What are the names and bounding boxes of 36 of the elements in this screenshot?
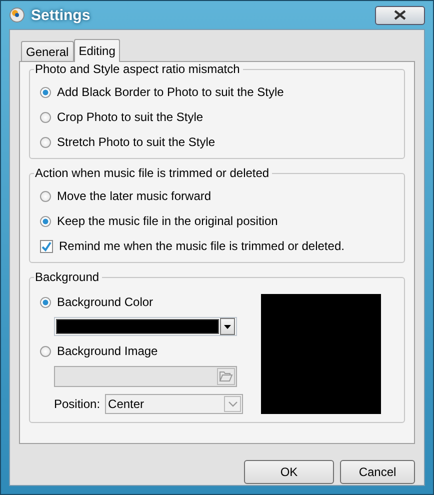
checkbox-option[interactable]: Remind me when the music file is trimmed or deleted.: [40, 238, 394, 254]
radio-option[interactable]: Add Black Border to Photo to suit the Style: [40, 84, 394, 100]
dropdown-button[interactable]: [220, 318, 235, 335]
app-icon: [9, 7, 25, 23]
radio-option[interactable]: Keep the music file in the original position: [40, 213, 394, 229]
group-title: Photo and Style aspect ratio mismatch: [34, 62, 243, 76]
radio-button[interactable]: [40, 112, 51, 122]
ok-button[interactable]: OK: [244, 460, 334, 484]
close-icon: [394, 10, 406, 20]
position-label: Position:: [54, 397, 100, 411]
radio-option[interactable]: Stretch Photo to suit the Style: [40, 134, 394, 150]
radio-button[interactable]: [40, 86, 51, 98]
image-path-field[interactable]: [54, 366, 237, 387]
position-dropdown[interactable]: Center: [105, 394, 244, 414]
window-title: Settings: [31, 6, 90, 24]
radio-option[interactable]: Crop Photo to suit the Style: [40, 109, 394, 125]
group-title: Background: [34, 270, 102, 284]
close-button[interactable]: [375, 6, 425, 24]
radio-option[interactable]: Background Color: [40, 294, 244, 310]
radio-button[interactable]: [40, 216, 51, 226]
group-title: Action when music file is trimmed or deleted: [34, 166, 272, 180]
radio-button[interactable]: [40, 346, 51, 356]
checkbox[interactable]: [40, 240, 53, 252]
cancel-button[interactable]: Cancel: [340, 460, 415, 484]
color-dropdown[interactable]: [54, 317, 237, 336]
caret-icon: [224, 324, 231, 328]
chevron-icon: [228, 401, 238, 407]
radio-button[interactable]: [40, 296, 51, 308]
tab[interactable]: General: [21, 41, 74, 61]
radio-option[interactable]: Move the later music forward: [40, 188, 394, 204]
radio-button[interactable]: [40, 136, 51, 148]
browse-button[interactable]: [217, 368, 235, 385]
radio-button[interactable]: [40, 190, 51, 202]
folder-icon: [219, 371, 233, 382]
radio-option[interactable]: Background Image: [40, 343, 244, 359]
tab[interactable]: Editing: [74, 39, 120, 62]
